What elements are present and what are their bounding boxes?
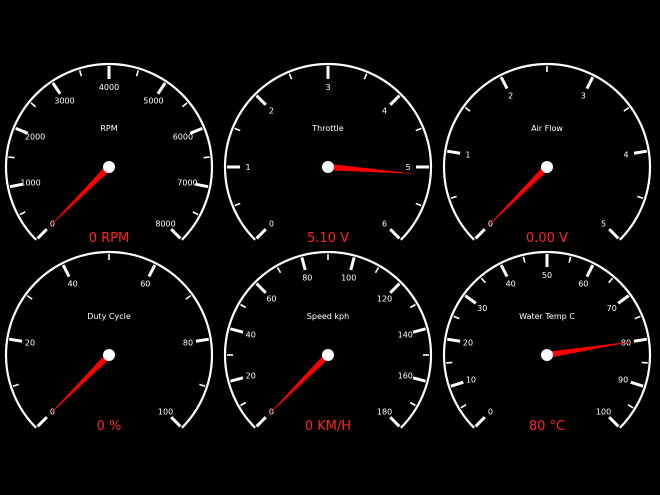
- tick-label: 6: [382, 220, 387, 229]
- tick-label: 0: [50, 408, 55, 417]
- tick-label: 70: [607, 304, 617, 313]
- gauge-title: RPM: [100, 124, 117, 133]
- tick-label: 3: [325, 83, 330, 92]
- gauge-readout: 0 %: [97, 419, 122, 434]
- tick-label: 40: [506, 280, 516, 289]
- gauge-readout: 0 RPM: [89, 231, 130, 246]
- tick-label: 0: [269, 408, 274, 417]
- tick-label: 0: [50, 220, 55, 229]
- gauge-title: Throttle: [311, 124, 343, 133]
- tick-label: 1: [465, 150, 470, 159]
- tick-label: 2: [269, 106, 274, 115]
- tick-label: 60: [140, 280, 150, 289]
- tick-label: 180: [377, 408, 392, 417]
- tick-label: 20: [25, 338, 35, 347]
- tick-label: 90: [618, 376, 628, 385]
- needle-hub: [322, 349, 334, 361]
- needle-hub: [103, 349, 115, 361]
- major-tick: [447, 337, 461, 343]
- gauge-title: Air Flow: [531, 124, 563, 133]
- tick-label: 120: [377, 294, 392, 303]
- tick-label: 100: [158, 408, 173, 417]
- tick-label: 6000: [173, 132, 193, 141]
- tick-label: 5: [405, 163, 410, 172]
- tick-label: 1: [245, 163, 250, 172]
- tick-label: 7000: [177, 179, 197, 188]
- gauge-title: Water Temp C: [519, 312, 575, 321]
- tick-label: 140: [398, 330, 413, 339]
- major-tick: [447, 149, 461, 155]
- tick-label: 60: [266, 294, 276, 303]
- gauge-title: Duty Cycle: [87, 312, 131, 321]
- tick-label: 10: [466, 376, 476, 385]
- tick-label: 3000: [54, 96, 74, 105]
- gauge-title: Speed kph: [307, 312, 349, 321]
- tick-label: 3: [581, 92, 586, 101]
- tick-label: 4: [623, 150, 628, 159]
- tick-label: 2: [508, 92, 513, 101]
- tick-label: 40: [68, 280, 78, 289]
- tick-label: 4: [382, 106, 387, 115]
- tick-label: 50: [542, 271, 552, 280]
- gauge-readout: 0.00 V: [526, 231, 568, 246]
- tick-label: 8000: [155, 220, 175, 229]
- tick-label: 1000: [20, 179, 40, 188]
- needle-hub: [103, 161, 115, 173]
- major-tick: [195, 337, 209, 343]
- needle-hub: [322, 161, 334, 173]
- tick-label: 60: [578, 280, 588, 289]
- minor-tick: [8, 156, 15, 159]
- tick-label: 0: [488, 220, 493, 229]
- gauge-readout: 80 °C: [529, 419, 565, 434]
- tick-label: 100: [596, 408, 611, 417]
- needle-hub: [541, 161, 553, 173]
- tick-label: 4000: [99, 83, 119, 92]
- tick-label: 40: [246, 330, 256, 339]
- needle-hub: [541, 349, 553, 361]
- major-tick: [9, 337, 23, 343]
- major-tick: [633, 149, 647, 155]
- tick-label: 80: [302, 274, 312, 283]
- tick-label: 80: [183, 338, 193, 347]
- tick-label: 20: [463, 338, 473, 347]
- tick-label: 5000: [143, 96, 163, 105]
- tick-label: 20: [246, 372, 256, 381]
- tick-label: 2000: [25, 132, 45, 141]
- gauge-dashboard: 010002000300040005000600070008000RPM0 RP…: [0, 0, 660, 495]
- tick-label: 100: [341, 274, 356, 283]
- tick-label: 0: [269, 220, 274, 229]
- major-tick: [633, 337, 647, 343]
- gauge-readout: 0 KM/H: [305, 419, 351, 434]
- tick-label: 30: [477, 304, 487, 313]
- minor-tick: [203, 156, 210, 159]
- tick-label: 0: [488, 408, 493, 417]
- gauge-readout: 5.10 V: [307, 231, 349, 246]
- tick-label: 5: [601, 220, 606, 229]
- tick-label: 160: [398, 372, 413, 381]
